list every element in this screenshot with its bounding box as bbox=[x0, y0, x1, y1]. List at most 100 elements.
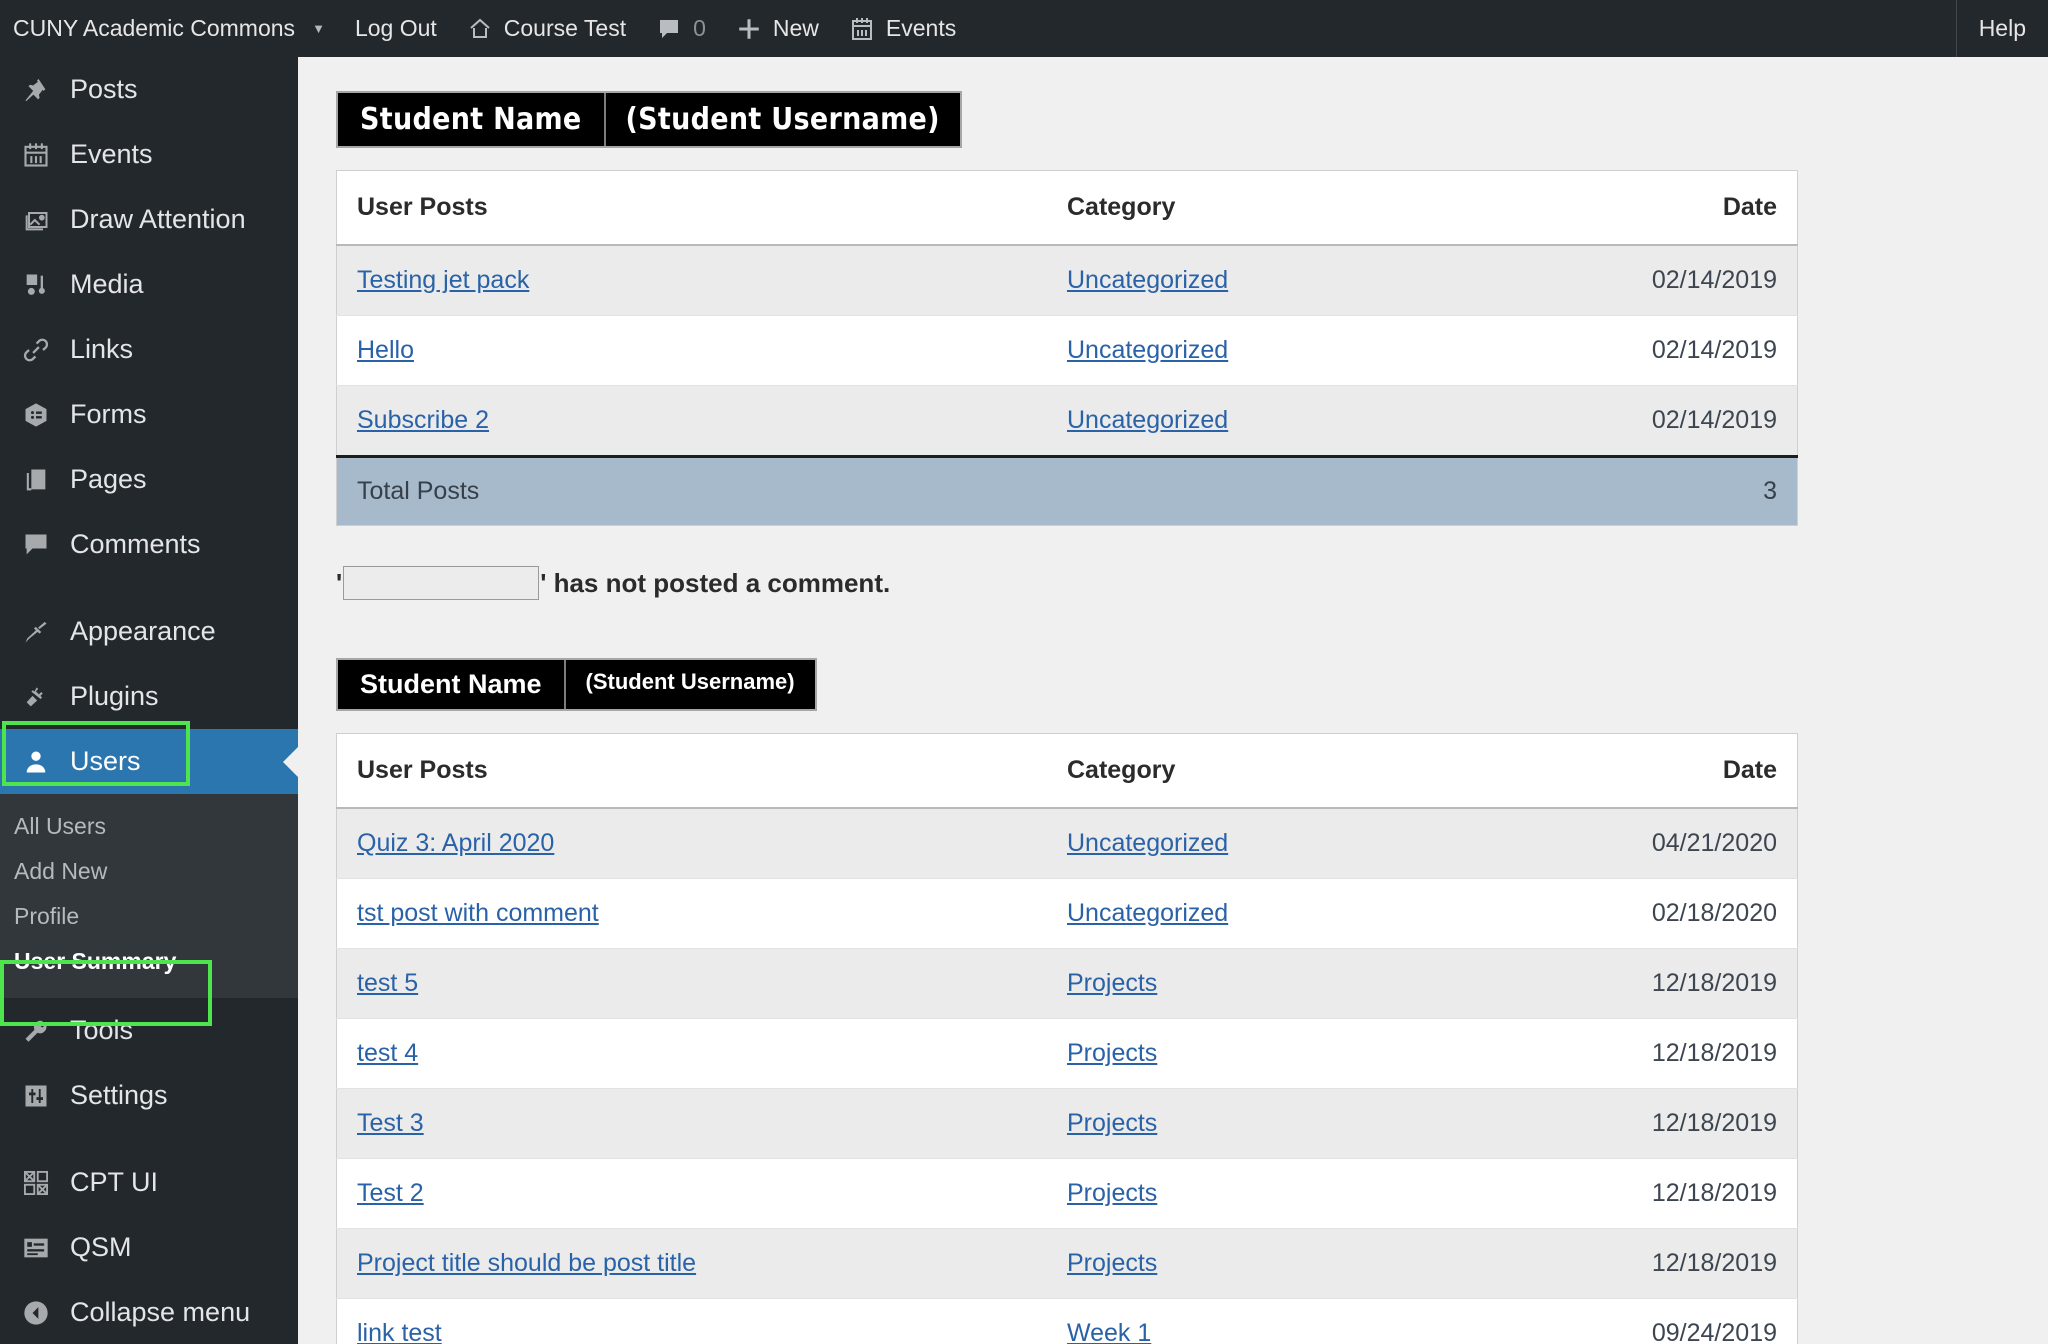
admin-bar: CUNY Academic Commons ▼ Log Out Course T… bbox=[0, 0, 2048, 57]
column-header-user-posts: User Posts bbox=[336, 170, 1047, 246]
sidebar-item-label: Appearance bbox=[70, 616, 216, 646]
sidebar-item-posts[interactable]: Posts bbox=[0, 57, 298, 122]
chevron-down-icon: ▼ bbox=[312, 21, 325, 36]
category-link[interactable]: Uncategorized bbox=[1067, 899, 1228, 927]
post-link[interactable]: Hello bbox=[357, 336, 414, 364]
sidebar-item-pages[interactable]: Pages bbox=[0, 447, 298, 512]
adminbar-new[interactable]: New bbox=[721, 0, 834, 57]
column-header-date: Date bbox=[1477, 733, 1798, 809]
sidebar-item-collapse-menu[interactable]: Collapse menu bbox=[0, 1280, 298, 1344]
adminbar-logout[interactable]: Log Out bbox=[340, 0, 452, 57]
post-link[interactable]: test 5 bbox=[357, 969, 418, 997]
sidebar-item-label: Posts bbox=[70, 74, 138, 104]
date-cell: 12/18/2019 bbox=[1477, 1228, 1798, 1299]
users-submenu: All Users Add New Profile User Summary bbox=[0, 794, 298, 998]
date-cell: 12/18/2019 bbox=[1477, 948, 1798, 1019]
student-name-label: Student Name bbox=[338, 93, 606, 146]
plus-icon bbox=[736, 16, 762, 42]
adminbar-course-test[interactable]: Course Test bbox=[452, 0, 641, 57]
post-link[interactable]: Subscribe 2 bbox=[357, 406, 489, 434]
post-title-cell: tst post with comment bbox=[336, 878, 1047, 949]
post-title-cell: Test 3 bbox=[336, 1088, 1047, 1159]
adminbar-events[interactable]: Events bbox=[834, 0, 971, 57]
category-link[interactable]: Projects bbox=[1067, 1249, 1157, 1277]
sidebar-item-qsm[interactable]: QSM bbox=[0, 1215, 298, 1280]
category-cell: Projects bbox=[1046, 1158, 1478, 1229]
table-row: Subscribe 2 Uncategorized 02/14/2019 bbox=[336, 385, 1798, 457]
pages-icon bbox=[12, 466, 60, 494]
post-title-cell: link test bbox=[336, 1298, 1047, 1344]
sidebar-item-users[interactable]: Users bbox=[0, 729, 298, 794]
sidebar-item-appearance[interactable]: Appearance bbox=[0, 599, 298, 664]
post-title-cell: Hello bbox=[336, 315, 1047, 386]
sidebar-item-draw-attention[interactable]: Draw Attention bbox=[0, 187, 298, 252]
sidebar-item-links[interactable]: Links bbox=[0, 317, 298, 382]
post-link[interactable]: Test 2 bbox=[357, 1179, 424, 1207]
category-cell: Uncategorized bbox=[1046, 878, 1478, 949]
student-username-label: (Student Username) bbox=[585, 669, 795, 694]
sidebar-item-media[interactable]: Media bbox=[0, 252, 298, 317]
category-link[interactable]: Uncategorized bbox=[1067, 266, 1228, 294]
sliders-icon bbox=[12, 1082, 60, 1110]
user-posts-table-1: User Posts Category Date Testing jet pac… bbox=[336, 170, 1798, 526]
category-link[interactable]: Projects bbox=[1067, 1109, 1157, 1137]
sidebar-item-all-users[interactable]: All Users bbox=[0, 804, 298, 849]
date-cell: 02/14/2019 bbox=[1477, 245, 1798, 316]
post-link[interactable]: link test bbox=[357, 1319, 442, 1344]
post-title-cell: Testing jet pack bbox=[336, 245, 1047, 316]
post-link[interactable]: Quiz 3: April 2020 bbox=[357, 829, 554, 857]
sidebar-item-events[interactable]: Events bbox=[0, 122, 298, 187]
category-link[interactable]: Projects bbox=[1067, 1039, 1157, 1067]
adminbar-site-name[interactable]: CUNY Academic Commons ▼ bbox=[0, 0, 340, 57]
post-title-cell: Test 2 bbox=[336, 1158, 1047, 1229]
sidebar-item-add-new[interactable]: Add New bbox=[0, 849, 298, 894]
date-cell: 04/21/2020 bbox=[1477, 808, 1798, 879]
category-link[interactable]: Uncategorized bbox=[1067, 829, 1228, 857]
sidebar-item-label: Media bbox=[70, 269, 144, 299]
post-title-cell: test 5 bbox=[336, 948, 1047, 1019]
sidebar-item-tools[interactable]: Tools bbox=[0, 998, 298, 1063]
sidebar-item-plugins[interactable]: Plugins bbox=[0, 664, 298, 729]
adminbar-help[interactable]: Help bbox=[1955, 0, 2048, 57]
post-link[interactable]: test 4 bbox=[357, 1039, 418, 1067]
table-row: Test 3 Projects 12/18/2019 bbox=[336, 1088, 1798, 1159]
new-label: New bbox=[772, 15, 819, 41]
table-header-row: User Posts Category Date bbox=[336, 170, 1798, 246]
comment-bubble-icon bbox=[656, 16, 682, 42]
category-link[interactable]: Projects bbox=[1067, 1179, 1157, 1207]
no-comment-note: ' ' has not posted a comment. bbox=[336, 566, 2048, 600]
category-cell: Projects bbox=[1046, 948, 1478, 1019]
sidebar-item-label: Draw Attention bbox=[70, 204, 246, 234]
column-header-date: Date bbox=[1477, 170, 1798, 246]
adminbar-comments[interactable]: 0 bbox=[641, 0, 721, 57]
sidebar-item-label: Forms bbox=[70, 399, 147, 429]
category-cell: Uncategorized bbox=[1046, 315, 1478, 386]
category-cell: Uncategorized bbox=[1046, 385, 1478, 457]
category-link[interactable]: Week 1 bbox=[1067, 1319, 1151, 1344]
sidebar-item-comments[interactable]: Comments bbox=[0, 512, 298, 577]
brush-icon bbox=[12, 618, 60, 646]
sidebar-item-label: Comments bbox=[70, 529, 201, 559]
sidebar-separator bbox=[0, 1128, 298, 1150]
post-link[interactable]: Test 3 bbox=[357, 1109, 424, 1137]
date-cell: 02/18/2020 bbox=[1477, 878, 1798, 949]
sidebar-item-profile[interactable]: Profile bbox=[0, 894, 298, 939]
sidebar-item-forms[interactable]: Forms bbox=[0, 382, 298, 447]
table-row: Testing jet pack Uncategorized 02/14/201… bbox=[336, 245, 1798, 316]
post-link[interactable]: Testing jet pack bbox=[357, 266, 529, 294]
category-link[interactable]: Projects bbox=[1067, 969, 1157, 997]
post-link[interactable]: tst post with comment bbox=[357, 899, 599, 927]
category-cell: Projects bbox=[1046, 1228, 1478, 1299]
category-link[interactable]: Uncategorized bbox=[1067, 336, 1228, 364]
student-name-empty-field[interactable] bbox=[343, 566, 540, 600]
sidebar-item-settings[interactable]: Settings bbox=[0, 1063, 298, 1128]
date-cell: 09/24/2019 bbox=[1477, 1298, 1798, 1344]
student-badge-2: Student Name (Student Username) bbox=[336, 658, 817, 711]
column-header-category: Category bbox=[1046, 733, 1478, 809]
post-link[interactable]: Project title should be post title bbox=[357, 1249, 696, 1277]
sidebar-item-label: CPT UI bbox=[70, 1167, 159, 1197]
course-test-label: Course Test bbox=[503, 15, 627, 41]
sidebar-item-cpt-ui[interactable]: CPT UI bbox=[0, 1150, 298, 1215]
category-link[interactable]: Uncategorized bbox=[1067, 406, 1228, 434]
sidebar-item-user-summary[interactable]: User Summary bbox=[0, 939, 298, 984]
